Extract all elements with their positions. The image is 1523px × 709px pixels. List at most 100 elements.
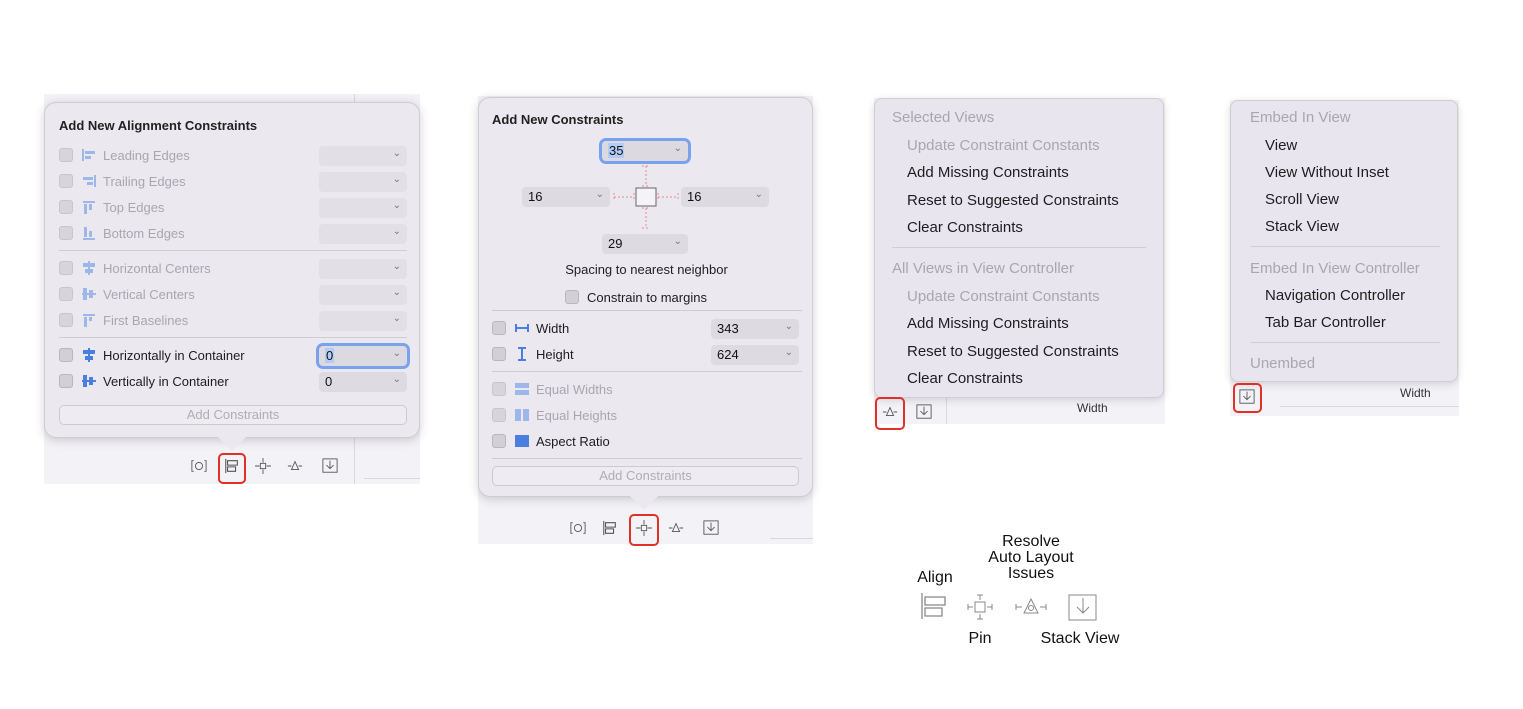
menu-item-tab-bar-controller[interactable]: Tab Bar Controller: [1265, 314, 1386, 331]
menu-item-add-missing[interactable]: Add Missing Constraints: [907, 164, 1069, 181]
checkbox[interactable]: [59, 348, 73, 362]
divider: [1280, 406, 1459, 407]
menu-item-stack-view[interactable]: Stack View: [1265, 218, 1339, 235]
divider: [364, 478, 420, 479]
add-constraints-button[interactable]: Add Constraints: [492, 466, 799, 486]
checkbox[interactable]: [492, 382, 506, 396]
checkbox[interactable]: [59, 174, 73, 188]
menu-item-view-without-inset[interactable]: View Without Inset: [1265, 164, 1389, 181]
bottom-edges-dropdown[interactable]: ⌄: [319, 224, 407, 244]
width-header: Width: [1400, 386, 1431, 400]
menu-header: All Views in View Controller: [892, 260, 1075, 277]
vertical-centers-option[interactable]: Vertical Centers: [59, 285, 195, 303]
first-baselines-option[interactable]: First Baselines: [59, 311, 188, 329]
checkbox[interactable]: [492, 321, 506, 335]
option-label: Height: [536, 346, 574, 362]
embed-stack-icon[interactable]: [702, 520, 720, 536]
checkbox[interactable]: [492, 434, 506, 448]
top-edges-dropdown[interactable]: ⌄: [319, 198, 407, 218]
checkbox[interactable]: [59, 287, 73, 301]
separator: [59, 250, 407, 251]
add-constraints-button[interactable]: Add Constraints: [59, 405, 407, 425]
menu-item-update-constants-all[interactable]: Update Constraint Constants: [907, 288, 1100, 305]
embed-highlight: [1233, 383, 1262, 413]
top-edges-option[interactable]: Top Edges: [59, 198, 164, 216]
stack-view-legend-label: Stack View: [1040, 630, 1120, 647]
horizontally-in-container-option[interactable]: Horizontally in Container: [59, 346, 245, 364]
checkbox[interactable]: [59, 374, 73, 388]
width-value-field[interactable]: 343 ⌄: [711, 319, 799, 339]
resolve-issues-icon[interactable]: [286, 458, 304, 474]
menu-item-clear-all[interactable]: Clear Constraints: [907, 370, 1023, 387]
resolve-menu: Selected Views Update Constraint Constan…: [874, 98, 1164, 398]
menu-item-unembed[interactable]: Unembed: [1250, 355, 1315, 372]
embed-stack-icon: [1068, 594, 1097, 621]
update-frames-icon[interactable]: [190, 458, 208, 474]
leading-edges-dropdown[interactable]: ⌄: [319, 146, 407, 166]
option-label: Leading Edges: [103, 147, 190, 163]
pin-legend-label: Pin: [968, 630, 992, 647]
pin-icon: [967, 594, 993, 620]
align-icon: [921, 593, 946, 619]
bottom-edges-option[interactable]: Bottom Edges: [59, 224, 185, 242]
checkbox[interactable]: [59, 226, 73, 240]
left-spacing-field[interactable]: 16 ⌄: [522, 187, 610, 207]
equal-heights-option[interactable]: Equal Heights: [492, 406, 617, 424]
height-option[interactable]: Height: [492, 345, 574, 363]
menu-item-add-missing-all[interactable]: Add Missing Constraints: [907, 315, 1069, 332]
option-label: Vertically in Container: [103, 373, 229, 389]
bottom-spacing-field[interactable]: 29 ⌄: [602, 234, 688, 254]
vertically-in-container-option[interactable]: Vertically in Container: [59, 372, 229, 390]
constrain-to-margins-option[interactable]: Constrain to margins: [565, 288, 707, 306]
horizontal-centers-dropdown[interactable]: ⌄: [319, 259, 407, 279]
height-value-field[interactable]: 624 ⌄: [711, 345, 799, 365]
checkbox[interactable]: [59, 148, 73, 162]
horizontal-centers-option[interactable]: Horizontal Centers: [59, 259, 211, 277]
width-option[interactable]: Width: [492, 319, 569, 337]
leading-edges-option[interactable]: Leading Edges: [59, 146, 190, 164]
align-icon[interactable]: [601, 520, 619, 536]
trailing-edges-option[interactable]: Trailing Edges: [59, 172, 186, 190]
top-spacing-field[interactable]: 35 ⌄: [599, 138, 691, 164]
checkbox[interactable]: [565, 290, 579, 304]
checkbox[interactable]: [59, 261, 73, 275]
divider: [946, 396, 947, 424]
width-icon: [514, 321, 530, 335]
first-baselines-dropdown[interactable]: ⌄: [319, 311, 407, 331]
checkbox[interactable]: [59, 200, 73, 214]
menu-item-view[interactable]: View: [1265, 137, 1297, 154]
separator: [1250, 342, 1440, 343]
menu-item-update-constants[interactable]: Update Constraint Constants: [907, 137, 1100, 154]
embed-stack-icon[interactable]: [915, 404, 933, 420]
checkbox[interactable]: [59, 313, 73, 327]
menu-item-reset-suggested[interactable]: Reset to Suggested Constraints: [907, 192, 1119, 209]
vertical-centers-dropdown[interactable]: ⌄: [319, 285, 407, 305]
checkbox[interactable]: [492, 408, 506, 422]
aspect-ratio-icon: [514, 434, 530, 448]
trailing-edges-dropdown[interactable]: ⌄: [319, 172, 407, 192]
spacing-caption: Spacing to nearest neighbor: [565, 262, 728, 277]
spacing-diagram-icon: [613, 165, 679, 229]
right-spacing-field[interactable]: 16 ⌄: [681, 187, 769, 207]
equal-widths-option[interactable]: Equal Widths: [492, 380, 613, 398]
popover-arrow: [218, 437, 246, 451]
vertically-in-container-field[interactable]: 0 ⌄: [319, 372, 407, 392]
menu-item-clear[interactable]: Clear Constraints: [907, 219, 1023, 236]
bottom-edges-icon: [81, 226, 97, 240]
menu-item-scroll-view[interactable]: Scroll View: [1265, 191, 1339, 208]
separator: [492, 310, 802, 311]
resolve-issues-icon[interactable]: [667, 520, 685, 536]
horizontally-in-container-field[interactable]: 0 ⌄: [316, 343, 410, 369]
menu-item-reset-suggested-all[interactable]: Reset to Suggested Constraints: [907, 343, 1119, 360]
leading-edges-icon: [81, 148, 97, 162]
width-header: Width: [1077, 401, 1108, 415]
checkbox[interactable]: [492, 347, 506, 361]
pin-icon[interactable]: [254, 458, 272, 474]
resolve-legend-label: Resolve Auto Layout Issues: [988, 533, 1074, 582]
resolve-issues-icon: [1015, 597, 1047, 614]
menu-item-navigation-controller[interactable]: Navigation Controller: [1265, 287, 1405, 304]
aspect-ratio-option[interactable]: Aspect Ratio: [492, 432, 610, 450]
popover-title: Add New Constraints: [492, 112, 624, 127]
update-frames-icon[interactable]: [569, 520, 587, 536]
embed-stack-icon[interactable]: [321, 458, 339, 474]
